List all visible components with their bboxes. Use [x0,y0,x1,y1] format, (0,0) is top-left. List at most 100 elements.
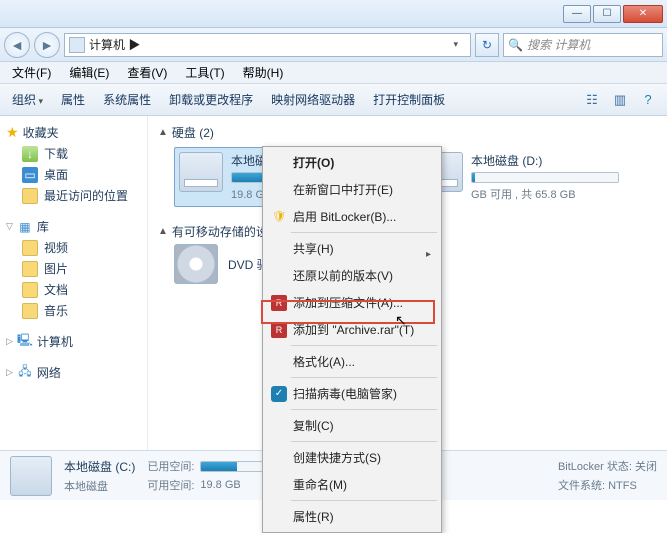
ctx-create-shortcut[interactable]: 创建快捷方式(S) [265,444,439,471]
address-path: 计算机 ▶ [89,36,441,53]
ctx-copy[interactable]: 复制(C) [265,412,439,439]
sidebar-favorites[interactable]: ★ 收藏夹 [0,122,147,143]
search-icon: 🔍 [508,38,523,52]
folder-icon [22,240,38,256]
separator [291,232,437,233]
ctx-restore-versions[interactable]: 还原以前的版本(V) [265,262,439,289]
system-properties-button[interactable]: 系统属性 [99,87,155,112]
ctx-rename[interactable]: 重命名(M) [265,471,439,498]
sidebar-music[interactable]: 音乐 [0,300,147,321]
chevron-down-icon: ▽ [6,221,13,232]
window-controls: — ☐ ✕ [563,5,663,23]
rar-icon: R [271,322,287,338]
drive-d[interactable]: 本地磁盘 (D:) GB 可用 , 共 65.8 GB [414,147,624,207]
control-panel-button[interactable]: 打开控制面板 [369,87,449,112]
status-drive-type: 本地磁盘 [64,478,135,494]
ctx-bitlocker[interactable]: 🛡启用 BitLocker(B)... [265,203,439,230]
sidebar-videos[interactable]: 视频 [0,237,147,258]
antivirus-icon: ✓ [271,386,287,402]
status-drive-label: 本地磁盘 (C:) [64,458,135,475]
libraries-icon: ▦ [17,219,33,235]
section-hard-disks[interactable]: ▲ 硬盘 (2) [156,120,659,145]
separator [291,500,437,501]
star-icon: ★ [6,124,19,141]
close-button[interactable]: ✕ [623,5,663,23]
menu-bar: 文件(F) 编辑(E) 查看(V) 工具(T) 帮助(H) [0,62,667,84]
window-titlebar: — ☐ ✕ [0,0,667,28]
map-drive-button[interactable]: 映射网络驱动器 [267,87,359,112]
status-used-label: 已用空间: [147,458,194,474]
sidebar-desktop[interactable]: ▭桌面 [0,164,147,185]
desktop-icon: ▭ [22,167,38,183]
folder-icon [22,282,38,298]
menu-tools[interactable]: 工具(T) [177,62,232,83]
help-button[interactable]: ? [637,89,659,111]
maximize-button[interactable]: ☐ [593,5,621,23]
chevron-right-icon: ▷ [6,336,13,347]
menu-help[interactable]: 帮助(H) [235,62,292,83]
drive-d-sub: GB 可用 , 共 65.8 GB [471,186,619,202]
address-dropdown-icon[interactable]: ▾ [445,39,466,50]
download-icon: ↓ [22,146,38,162]
shield-icon: 🛡 [271,209,287,225]
separator [291,409,437,410]
chevron-right-icon: ▷ [6,367,13,378]
folder-icon [22,261,38,277]
sidebar-documents[interactable]: 文档 [0,279,147,300]
sidebar-pictures[interactable]: 图片 [0,258,147,279]
menu-file[interactable]: 文件(F) [4,62,59,83]
status-free-label: 可用空间: [147,477,194,493]
network-icon: 🖧 [17,365,33,381]
sidebar-favorites-label: 收藏夹 [23,124,59,141]
refresh-button[interactable]: ↻ [475,33,499,57]
menu-edit[interactable]: 编辑(E) [61,62,117,83]
ctx-properties[interactable]: 属性(R) [265,503,439,530]
status-free-value: 19.8 GB [200,479,240,491]
sidebar-libraries[interactable]: ▽ ▦ 库 [0,216,147,237]
ctx-add-to-archive-rar[interactable]: R添加到 "Archive.rar"(T) [265,316,439,343]
ctx-format[interactable]: 格式化(A)... [265,348,439,375]
organize-button[interactable]: 组织 [8,87,47,112]
context-menu: 打开(O) 在新窗口中打开(E) 🛡启用 BitLocker(B)... 共享(… [262,146,442,533]
chevron-down-icon: ▲ [158,226,168,237]
back-button[interactable]: ◄ [4,32,30,58]
sidebar-recent[interactable]: 最近访问的位置 [0,185,147,206]
drive-d-name: 本地磁盘 (D:) [471,152,619,169]
navigation-pane: ★ 收藏夹 ↓下载 ▭桌面 最近访问的位置 ▽ ▦ 库 视频 图片 文档 音乐 … [0,116,148,450]
forward-button[interactable]: ► [34,32,60,58]
preview-pane-button[interactable]: ▥ [609,89,631,111]
hard-disk-icon [10,456,52,496]
ctx-open-new-window[interactable]: 在新窗口中打开(E) [265,176,439,203]
separator [291,441,437,442]
sidebar-network[interactable]: ▷ 🖧 网络 [0,362,147,383]
menu-view[interactable]: 查看(V) [119,62,175,83]
recent-icon [22,188,38,204]
view-mode-button[interactable]: ☷ [581,89,603,111]
status-bitlocker: BitLocker 状态: 关闭 [558,458,657,474]
separator [291,345,437,346]
address-bar[interactable]: 计算机 ▶ ▾ [64,33,471,57]
folder-icon [22,303,38,319]
sidebar-downloads[interactable]: ↓下载 [0,143,147,164]
chevron-down-icon: ▲ [158,127,168,138]
ctx-open[interactable]: 打开(O) [265,149,439,176]
rar-icon: R [271,295,287,311]
ctx-add-to-archive[interactable]: R添加到压缩文件(A)... [265,289,439,316]
command-bar: 组织 属性 系统属性 卸载或更改程序 映射网络驱动器 打开控制面板 ☷ ▥ ? [0,84,667,116]
drive-d-usage-bar [471,172,619,183]
search-input[interactable]: 🔍 搜索 计算机 [503,33,663,57]
uninstall-button[interactable]: 卸载或更改程序 [165,87,257,112]
computer-icon: 🖳 [17,334,33,350]
nav-bar: ◄ ► 计算机 ▶ ▾ ↻ 🔍 搜索 计算机 [0,28,667,62]
ctx-scan-virus[interactable]: ✓扫描病毒(电脑管家) [265,380,439,407]
dvd-drive-icon [174,244,218,284]
computer-icon [69,37,85,53]
status-filesystem: 文件系统: NTFS [558,477,657,493]
hard-disk-icon [179,152,223,192]
properties-button[interactable]: 属性 [57,87,89,112]
separator [291,377,437,378]
sidebar-computer[interactable]: ▷ 🖳 计算机 [0,331,147,352]
minimize-button[interactable]: — [563,5,591,23]
search-placeholder: 搜索 计算机 [527,36,590,53]
ctx-share[interactable]: 共享(H) [265,235,439,262]
